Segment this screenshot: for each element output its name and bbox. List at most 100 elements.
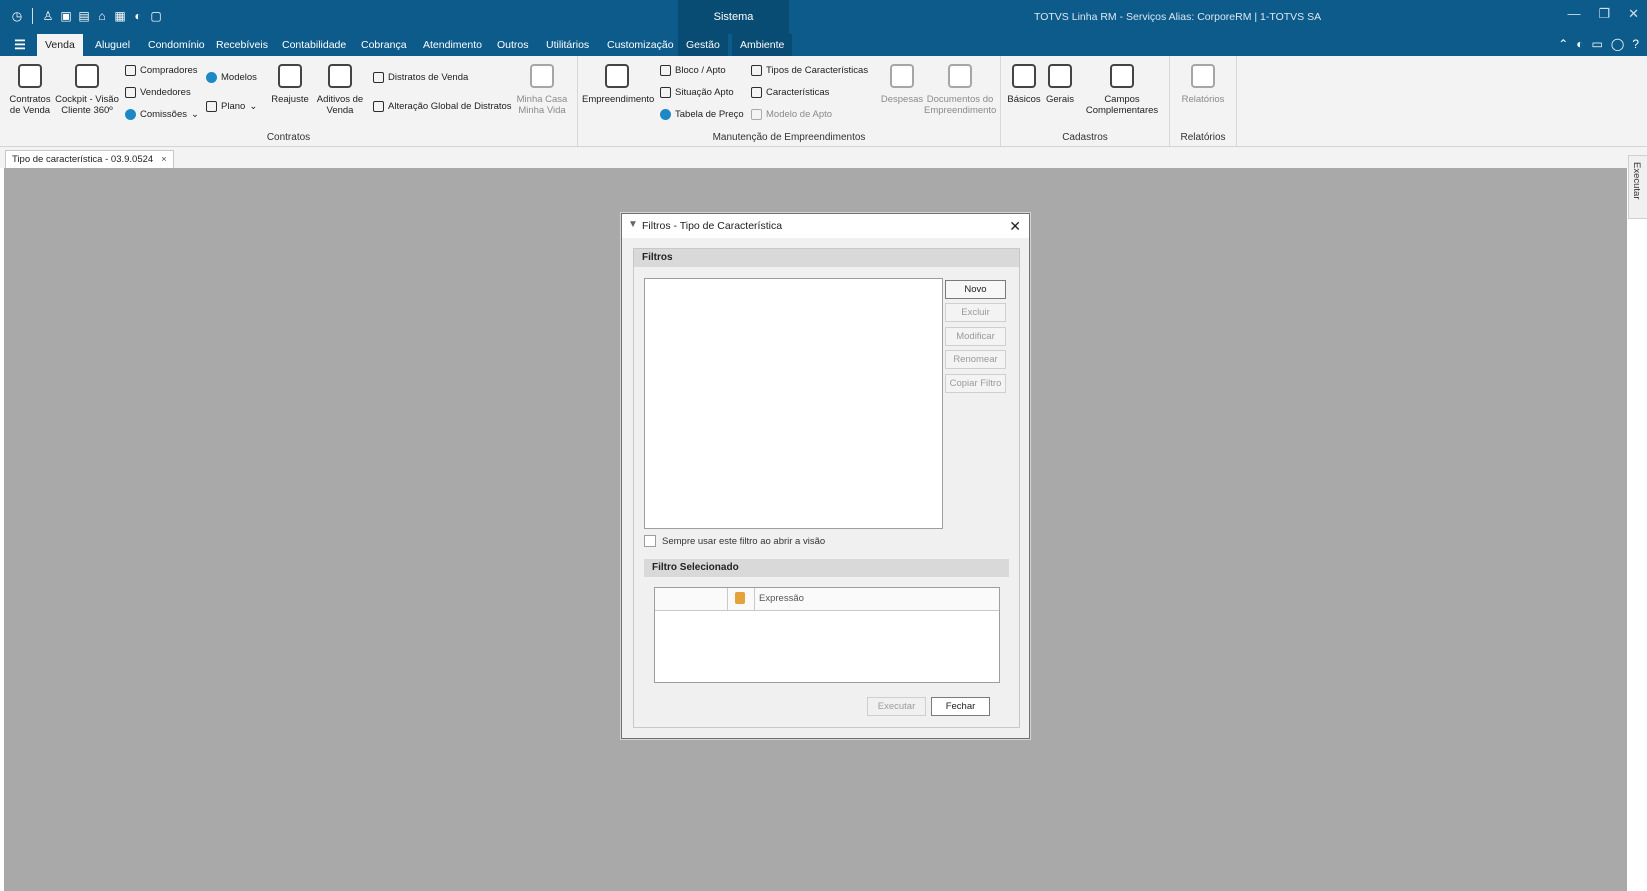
modelo-apto-button[interactable]: Modelo de Apto: [751, 109, 832, 120]
block-icon: [660, 65, 671, 76]
layout-icon[interactable]: ▭: [1592, 37, 1603, 51]
tab-aluguel[interactable]: Aluguel: [87, 34, 138, 56]
section-filtros: Filtros: [634, 249, 1019, 267]
documentos-button[interactable]: Documentos do Empreendimento: [924, 64, 996, 116]
support-icon[interactable]: ◐: [1576, 37, 1583, 51]
relatorios-button[interactable]: Relatórios: [1176, 64, 1230, 105]
chevron-down-icon: ⌄: [191, 109, 199, 120]
users-icon[interactable]: ♙: [41, 9, 55, 23]
section-filtro-selecionado: Filtro Selecionado: [644, 559, 1009, 577]
basicos-button[interactable]: Básicos: [1007, 64, 1041, 105]
compradores-button[interactable]: Compradores: [125, 65, 198, 76]
document-tab-strip: Tipo de característica - 03.9.0524 ×: [0, 147, 1647, 168]
ribbon-right-controls: ⌃ ◐ ▭ ◯ ?: [1558, 37, 1639, 51]
help-question-icon[interactable]: ?: [1632, 37, 1639, 51]
group-cadastros: Básicos Gerais Campos Complementares Cad…: [1001, 56, 1170, 146]
grid-column: [655, 588, 728, 610]
group-label: Relatórios: [1180, 132, 1226, 143]
campos-complementares-button[interactable]: Campos Complementares: [1081, 64, 1163, 116]
tab-recebiveis[interactable]: Recebíveis: [208, 34, 276, 56]
group-label: Cadastros: [1062, 132, 1108, 143]
bloco-apto-button[interactable]: Bloco / Apto: [660, 65, 726, 76]
tab-customizacao[interactable]: Customização: [599, 34, 682, 56]
toolbar-divider: [32, 8, 33, 24]
context-tab-sistema: Sistema: [678, 0, 789, 34]
side-panel-label: Executar: [1631, 162, 1642, 200]
situacao-apto-button[interactable]: Situação Apto: [660, 87, 734, 98]
caracteristicas-button[interactable]: Características: [751, 87, 829, 98]
fechar-button[interactable]: Fechar: [931, 697, 990, 716]
contratos-venda-button[interactable]: Contratos de Venda: [8, 64, 52, 116]
tab-gestao[interactable]: Gestão: [678, 34, 728, 56]
checkbox-box[interactable]: [644, 535, 656, 547]
calculator-icon[interactable]: ▦: [113, 9, 127, 23]
dialog-panel: Filtros Novo Excluir Modificar Renomear …: [633, 248, 1020, 728]
tipos-caracteristicas-button[interactable]: Tipos de Características: [751, 65, 868, 76]
cockpit-icon: [75, 64, 99, 88]
reajuste-button[interactable]: Reajuste: [269, 64, 311, 105]
despesas-button[interactable]: Despesas: [880, 64, 924, 105]
dialog-title-bar: ▼ Filtros - Tipo de Característica ✕: [622, 214, 1029, 238]
app-info: TOTVS Linha RM - Serviços Alias: Corpore…: [1034, 11, 1322, 23]
close-icon[interactable]: ×: [161, 154, 167, 165]
plano-button[interactable]: Plano ⌄: [206, 101, 257, 112]
building-doc-icon: [605, 64, 629, 88]
expression-grid[interactable]: Expressão: [654, 587, 1000, 683]
group-label: Manutenção de Empreendimentos: [712, 132, 866, 143]
tabela-preco-button[interactable]: Tabela de Preço: [660, 109, 744, 120]
modificar-button[interactable]: Modificar: [945, 327, 1006, 346]
tab-ambiente[interactable]: Ambiente: [732, 34, 793, 56]
title-bar: ◷ ♙ ▣ ▤ ⌂ ▦ ◐ ▢ Sistema TOTVS Linha RM -…: [0, 0, 1647, 34]
dialog-title: Filtros - Tipo de Característica: [642, 220, 783, 232]
excluir-button[interactable]: Excluir: [945, 303, 1006, 322]
file-menu-icon[interactable]: ☰: [12, 37, 28, 53]
tab-condominio[interactable]: Condomínio: [140, 34, 213, 56]
aditivos-button[interactable]: Aditivos de Venda: [313, 64, 367, 116]
novo-button[interactable]: Novo: [945, 280, 1006, 299]
clock-icon[interactable]: ◷: [10, 9, 24, 23]
ribbon-tab-bar: ☰ Venda Aluguel Condomínio Recebíveis Co…: [0, 34, 1647, 56]
empreendimento-button[interactable]: Empreendimento: [582, 64, 654, 105]
minha-casa-button[interactable]: Minha Casa Minha Vida: [514, 64, 570, 116]
house-plus-icon: [328, 64, 352, 88]
always-use-filter-checkbox[interactable]: Sempre usar este filtro ao abrir a visão: [644, 535, 825, 547]
tab-utilitarios[interactable]: Utilitários: [538, 34, 597, 56]
chevron-down-icon: ⌄: [249, 101, 258, 112]
distratos-button[interactable]: Distratos de Venda: [373, 72, 468, 83]
modelos-button[interactable]: Modelos: [206, 72, 257, 83]
plan-icon: [206, 101, 217, 112]
gerais-button[interactable]: Gerais: [1043, 64, 1077, 105]
commission-icon: [125, 109, 136, 120]
minimize-icon[interactable]: —: [1567, 6, 1580, 22]
help-icon[interactable]: ◐: [131, 9, 145, 23]
model-icon: [751, 109, 762, 120]
filter-list[interactable]: [644, 278, 943, 529]
executar-button[interactable]: Executar: [867, 697, 926, 716]
vendedores-button[interactable]: Vendedores: [125, 87, 191, 98]
window-icon[interactable]: ▣: [59, 9, 73, 23]
global-change-icon: [373, 101, 384, 112]
tab-atendimento[interactable]: Atendimento: [415, 34, 490, 56]
tab-contabilidade[interactable]: Contabilidade: [274, 34, 354, 56]
collapse-ribbon-icon[interactable]: ⌃: [1558, 37, 1568, 51]
document-tab[interactable]: Tipo de característica - 03.9.0524 ×: [5, 150, 174, 168]
tab-outros[interactable]: Outros: [489, 34, 537, 56]
alteracao-global-button[interactable]: Alteração Global de Distratos: [373, 101, 512, 112]
sellers-icon: [125, 87, 136, 98]
restore-icon[interactable]: ❐: [1598, 6, 1610, 22]
renomear-button[interactable]: Renomear: [945, 350, 1006, 369]
tab-cobranca[interactable]: Cobrança: [353, 34, 415, 56]
grid-column-expressao: Expressão: [759, 593, 804, 604]
chat-icon[interactable]: ◯: [1611, 37, 1624, 51]
close-icon[interactable]: ✕: [1628, 6, 1639, 22]
tab-venda[interactable]: Venda: [37, 34, 83, 56]
copiar-filtro-button[interactable]: Copiar Filtro: [945, 374, 1006, 393]
cockpit-button[interactable]: Cockpit - Visão Cliente 360º: [54, 64, 120, 116]
close-icon[interactable]: ✕: [1009, 214, 1021, 238]
comissoes-button[interactable]: Comissões ⌄: [125, 109, 199, 120]
save-icon[interactable]: ▢: [149, 9, 163, 23]
lock-icon: [735, 592, 745, 604]
executar-side-panel[interactable]: Executar: [1628, 155, 1647, 219]
window-dropdown-icon[interactable]: ▤: [77, 9, 91, 23]
home-icon[interactable]: ⌂: [95, 9, 109, 23]
